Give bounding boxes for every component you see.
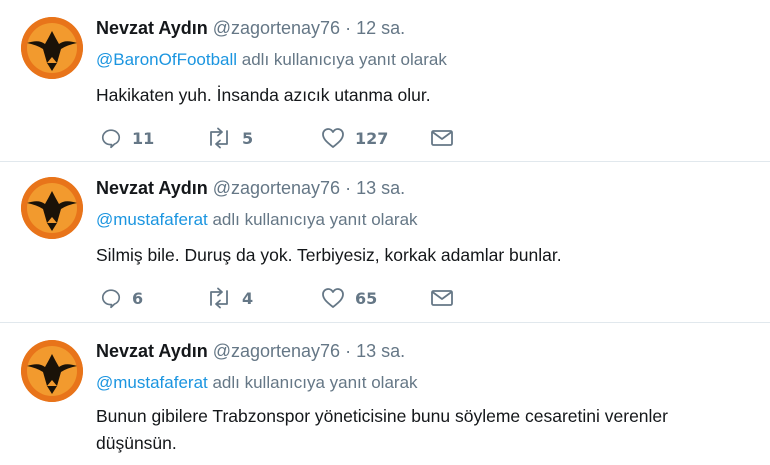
dot-separator: ·: [345, 18, 352, 38]
retweet-icon: [210, 127, 228, 149]
tweet[interactable]: Nevzat Aydın @zagortenay76 · 13 sa. @mus…: [0, 162, 770, 322]
like-button[interactable]: 127: [321, 126, 388, 150]
like-count: 65: [355, 288, 378, 308]
envelope-icon: [431, 290, 453, 306]
heart-icon: [322, 128, 344, 148]
reply-button[interactable]: 6: [100, 286, 143, 310]
tweet-actions: 6 4 65: [96, 286, 476, 310]
direct-message-button[interactable]: [430, 286, 454, 310]
avatar-bird-icon: [21, 177, 83, 239]
dot-separator: ·: [345, 341, 352, 361]
reply-context: @mustafaferat adlı kullanıcıya yanıt ola…: [96, 209, 418, 231]
reply-context: @BaronOfFootball adlı kullanıcıya yanıt …: [96, 49, 447, 71]
retweet-button[interactable]: 5: [206, 126, 253, 150]
reply-mention-link[interactable]: @mustafaferat: [96, 373, 208, 392]
reply-count: 11: [132, 128, 155, 148]
tweet[interactable]: Nevzat Aydın @zagortenay76 · 12 sa. @Bar…: [0, 0, 770, 161]
like-count: 127: [355, 128, 389, 148]
retweet-button[interactable]: 4: [206, 286, 253, 310]
reply-button[interactable]: 11: [100, 126, 154, 150]
tweet-text: Bunun gibilere Trabzonspor yöneticisine …: [96, 406, 668, 453]
like-button[interactable]: 65: [321, 286, 377, 310]
author-name[interactable]: Nevzat Aydın: [96, 341, 208, 361]
reply-context: @mustafaferat adlı kullanıcıya yanıt ola…: [96, 372, 418, 394]
avatar-bird-icon: [21, 17, 83, 79]
avatar[interactable]: [21, 17, 83, 79]
tweet-actions: 11 5 127: [96, 126, 476, 150]
timestamp[interactable]: 13 sa.: [356, 178, 405, 198]
author-handle[interactable]: @zagortenay76: [213, 18, 340, 38]
reply-context-label: adlı kullanıcıya yanıt olarak: [207, 373, 418, 392]
avatar[interactable]: [21, 340, 83, 402]
direct-message-button[interactable]: [430, 126, 454, 150]
reply-count: 6: [132, 288, 144, 308]
tweet-text: Hakikaten yuh. İnsanda azıcık utanma olu…: [96, 85, 431, 105]
reply-context-label: adlı kullanıcıya yanıt olarak: [207, 210, 418, 229]
retweet-count: 5: [242, 128, 254, 148]
reply-icon: [101, 289, 121, 309]
author-handle[interactable]: @zagortenay76: [213, 341, 340, 361]
author-name[interactable]: Nevzat Aydın: [96, 178, 208, 198]
reply-icon: [101, 129, 121, 149]
reply-context-label: adlı kullanıcıya yanıt olarak: [237, 50, 447, 69]
tweet-text: Silmiş bile. Duruş da yok. Terbiyesiz, k…: [96, 245, 562, 265]
timestamp[interactable]: 12 sa.: [356, 18, 405, 38]
heart-icon: [322, 288, 344, 308]
retweet-count: 4: [242, 288, 254, 308]
dot-separator: ·: [345, 178, 352, 198]
retweet-icon: [210, 287, 228, 309]
tweet[interactable]: Nevzat Aydın @zagortenay76 · 13 sa. @mus…: [0, 323, 770, 465]
avatar-bird-icon: [21, 340, 83, 402]
avatar[interactable]: [21, 177, 83, 239]
reply-mention-link[interactable]: @BaronOfFootball: [96, 50, 237, 69]
author-name[interactable]: Nevzat Aydın: [96, 18, 208, 38]
timestamp[interactable]: 13 sa.: [356, 341, 405, 361]
author-handle[interactable]: @zagortenay76: [213, 178, 340, 198]
envelope-icon: [431, 130, 453, 146]
reply-mention-link[interactable]: @mustafaferat: [96, 210, 208, 229]
